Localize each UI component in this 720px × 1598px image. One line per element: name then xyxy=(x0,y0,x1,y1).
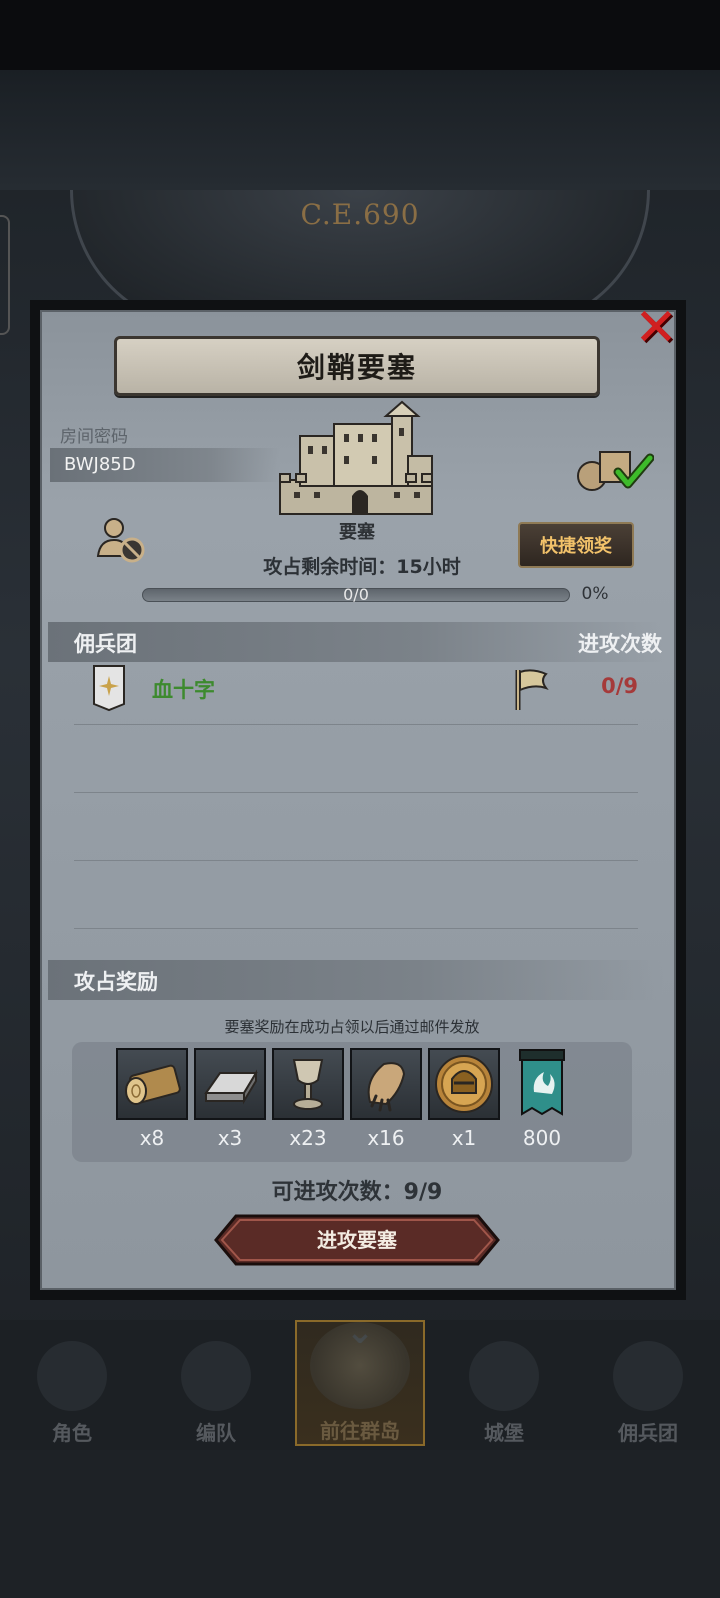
empty-slot-divider xyxy=(74,724,638,725)
dialog-title: 剑鞘要塞 xyxy=(296,351,417,384)
top-background xyxy=(0,70,720,190)
nav-item-character[interactable]: 角色 xyxy=(7,1320,137,1446)
dialog-panel: 剑鞘要塞 房间密码 BWJ85D 要塞 快捷领奖 攻占剩余时间：15小时 0/0… xyxy=(40,310,676,1290)
reward-qty: x3 xyxy=(217,1126,243,1150)
reward-qty: x16 xyxy=(367,1126,405,1150)
room-password-code[interactable]: BWJ85D xyxy=(50,448,280,482)
nav-label: 前往群岛 xyxy=(320,1419,400,1443)
reward-panel: x8 x3 x23 x16 x1 800 xyxy=(72,1042,632,1162)
flag-icon xyxy=(515,669,549,710)
mercenary-icon xyxy=(613,1341,683,1411)
available-attack-count: 可进攻次数：9/9 xyxy=(271,1180,443,1205)
goblet-icon xyxy=(272,1048,344,1120)
nav-item-mercenary[interactable]: 佣兵团 xyxy=(583,1320,713,1446)
nav-item-castle[interactable]: 城堡 xyxy=(439,1320,569,1446)
mercenary-section-title: 佣兵团 xyxy=(74,632,137,656)
nav-item-formation[interactable]: 编队 xyxy=(151,1320,281,1446)
reward-item[interactable]: x1 xyxy=(428,1048,500,1150)
reward-item[interactable]: 800 xyxy=(506,1048,578,1150)
fortress-icon xyxy=(279,400,433,515)
reward-qty: 800 xyxy=(522,1126,562,1150)
bottom-bar xyxy=(0,1450,720,1598)
progress-text: 0/0 xyxy=(343,585,369,604)
era-label: C.E.690 xyxy=(300,198,420,231)
teal-banner-icon xyxy=(506,1048,578,1120)
progress-percent: 0% xyxy=(581,584,609,604)
guild-row[interactable]: 血十字 0/9 xyxy=(72,658,642,720)
nav-label: 编队 xyxy=(196,1421,236,1445)
attack-times-header: 进攻次数 xyxy=(578,632,662,656)
iron-ingot-icon xyxy=(194,1048,266,1120)
room-password-label: 房间密码 xyxy=(60,427,128,447)
bottom-nav: 角色 编队 ⌄ 前往群岛 城堡 佣兵团 xyxy=(0,1312,720,1450)
guild-emblem-icon xyxy=(93,665,125,712)
remaining-time-text: 攻占剩余时间：15小时 xyxy=(263,556,461,578)
attack-fortress-button[interactable]: 进攻要塞 xyxy=(214,1214,500,1266)
character-icon xyxy=(37,1341,107,1411)
reward-qty: x1 xyxy=(451,1126,477,1150)
attack-button-label: 进攻要塞 xyxy=(317,1228,397,1252)
close-icon[interactable]: ✕ xyxy=(628,298,684,358)
nav-label: 城堡 xyxy=(484,1421,524,1445)
left-side-tab xyxy=(0,215,10,335)
knight-helmet-coin-icon xyxy=(428,1048,500,1120)
guild-name: 血十字 xyxy=(152,678,215,702)
reward-note: 要塞奖励在成功占领以后通过邮件发放 xyxy=(224,1018,480,1036)
reward-item[interactable]: x8 xyxy=(116,1048,188,1150)
building-type-label: 要塞 xyxy=(339,522,375,543)
nav-item-islands[interactable]: ⌄ 前往群岛 xyxy=(295,1312,425,1446)
nav-label: 佣兵团 xyxy=(618,1421,678,1445)
formation-icon xyxy=(181,1341,251,1411)
reward-qty: x23 xyxy=(289,1126,327,1150)
mercenary-section-header: 佣兵团 进攻次数 xyxy=(48,622,664,662)
loot-collected-icon xyxy=(577,451,654,491)
fur-pelt-icon xyxy=(350,1048,422,1120)
quick-claim-button[interactable]: 快捷领奖 xyxy=(518,522,634,568)
reward-section-header: 攻占奖励 xyxy=(48,960,664,1000)
reward-item[interactable]: x23 xyxy=(272,1048,344,1150)
compass-map-icon xyxy=(310,1322,410,1409)
wood-log-icon xyxy=(116,1048,188,1120)
nav-label: 角色 xyxy=(52,1421,92,1445)
occupation-progress-bar: 0/0 xyxy=(142,585,570,604)
no-person-icon[interactable] xyxy=(96,516,148,566)
empty-slot-divider xyxy=(74,860,638,861)
castle-icon xyxy=(469,1341,539,1411)
fortress-dialog: 剑鞘要塞 房间密码 BWJ85D 要塞 快捷领奖 攻占剩余时间：15小时 0/0… xyxy=(30,298,686,1300)
reward-section-title: 攻占奖励 xyxy=(74,970,158,994)
reward-item[interactable]: x3 xyxy=(194,1048,266,1150)
title-banner: 剑鞘要塞 xyxy=(114,336,600,396)
reward-item[interactable]: x16 xyxy=(350,1048,422,1150)
empty-slot-divider xyxy=(74,792,638,793)
reward-qty: x8 xyxy=(139,1126,165,1150)
guild-attack-count: 0/9 xyxy=(601,674,638,698)
empty-slot-divider xyxy=(74,928,638,929)
